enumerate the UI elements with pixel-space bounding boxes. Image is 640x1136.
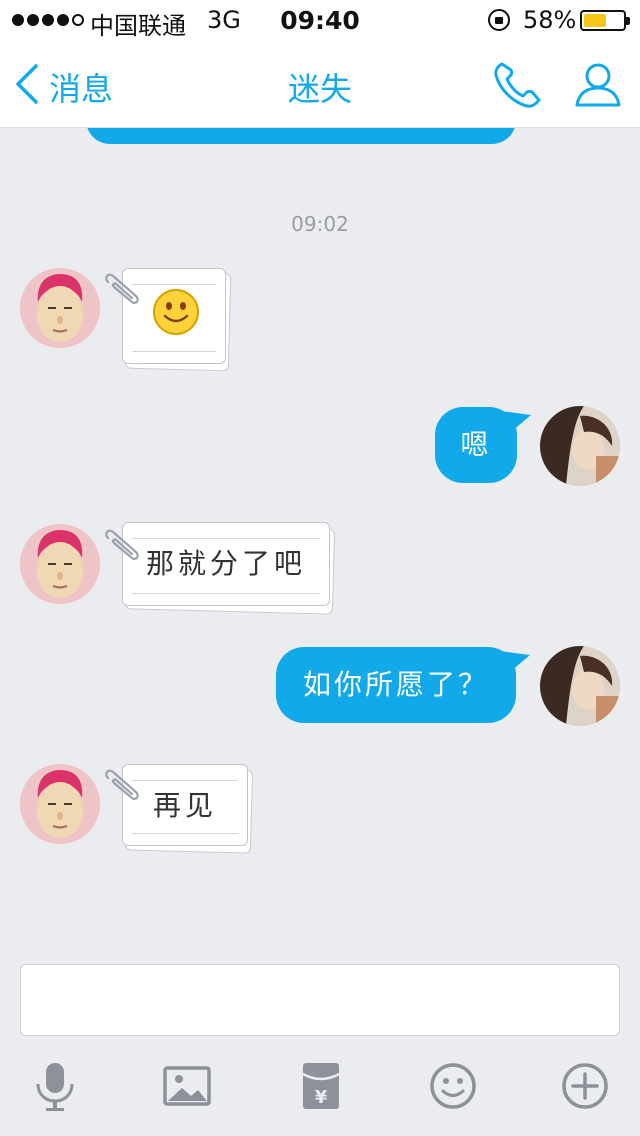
message-bubble-sent[interactable]: 嗯 [435, 407, 531, 483]
paperclip-icon [105, 529, 139, 560]
my-avatar[interactable] [540, 646, 620, 726]
paperclip-icon [105, 273, 139, 304]
message-bubble-sent[interactable]: 如你所愿了？ [276, 647, 530, 723]
back-button-label[interactable]: 消息 [49, 64, 113, 110]
rotation-lock-icon [488, 9, 510, 31]
note-rule [132, 833, 238, 834]
my-avatar[interactable] [540, 406, 620, 486]
top-bar: 中国联通 3G 09:40 58% 消息 迷失 [0, 0, 640, 128]
plus-icon[interactable] [560, 1060, 610, 1112]
contact-avatar[interactable] [20, 764, 100, 844]
message-text: 那就分了吧 [145, 547, 306, 580]
red-packet-icon[interactable]: ¥ [296, 1060, 346, 1112]
emoji-icon[interactable] [428, 1060, 478, 1112]
note-rule [132, 593, 320, 594]
status-bar: 中国联通 3G 09:40 58% [0, 0, 640, 40]
note-rule [132, 538, 320, 539]
contact-avatar[interactable] [20, 524, 100, 604]
contact-avatar[interactable] [20, 268, 100, 348]
note-rule [132, 780, 238, 781]
message-input[interactable] [20, 964, 620, 1036]
back-chevron-icon[interactable] [10, 62, 46, 106]
battery-level-fill [584, 14, 606, 27]
note-rule [132, 284, 216, 285]
battery-percent: 58% [523, 6, 577, 34]
bubble-tail [501, 411, 531, 437]
my-avatar-image [540, 646, 620, 726]
message-note[interactable]: 那就分了吧 [122, 522, 336, 615]
bubble-tail [500, 651, 530, 677]
my-avatar-image [540, 406, 620, 486]
message-text: 嗯 [460, 428, 492, 461]
chat-title: 迷失 [287, 70, 352, 108]
contact-avatar-image [20, 524, 100, 604]
battery-icon [580, 10, 630, 31]
paperclip-icon [105, 769, 139, 800]
phone-icon[interactable] [492, 60, 544, 110]
contact-avatar-image [20, 764, 100, 844]
image-icon[interactable] [162, 1060, 212, 1112]
chat-timestamp: 09:02 [291, 212, 349, 236]
microphone-icon[interactable] [30, 1060, 80, 1112]
message-text: 如你所愿了？ [302, 668, 489, 701]
contact-avatar-image [20, 268, 100, 348]
svg-text:¥: ¥ [315, 1087, 328, 1108]
smile-emoji-icon [153, 289, 199, 335]
profile-icon[interactable] [574, 60, 622, 108]
note-rule [132, 351, 216, 352]
